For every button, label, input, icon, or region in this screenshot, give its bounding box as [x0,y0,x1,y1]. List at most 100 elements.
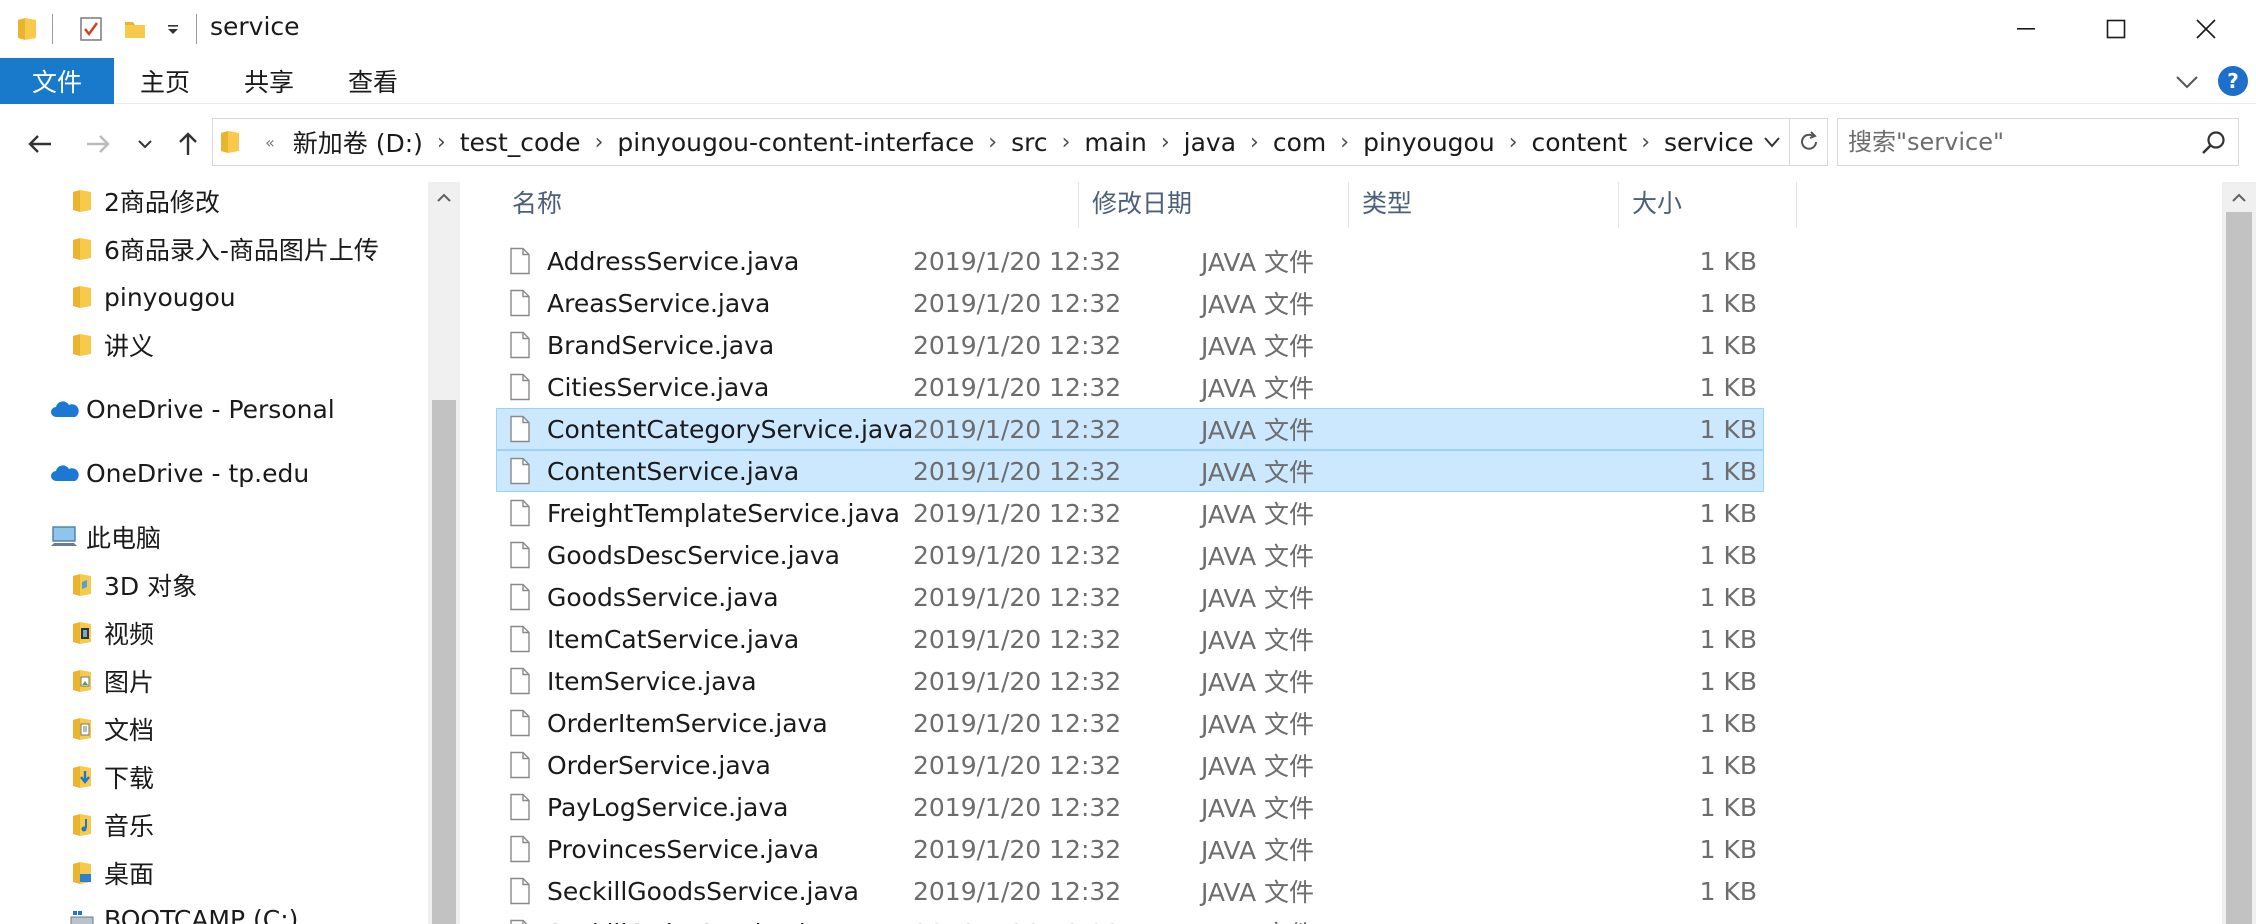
nav-pane-scrollbar[interactable] [428,182,460,924]
column-header-date[interactable]: 修改日期 [1080,182,1350,222]
breadcrumb-item[interactable]: java [1174,128,1246,157]
tab-view[interactable]: 查看 [338,58,408,104]
file-row[interactable]: OrderService.java 2019/1/20 12:32 JAVA 文件 1… [496,744,1764,786]
search-box[interactable] [1837,118,2239,166]
file-row[interactable]: FreightTemplateService.java 2019/1/20 12:… [496,492,1764,534]
file-name-cell: OrderItemService.java [505,703,828,743]
column-header-name[interactable]: 名称 [500,182,884,222]
new-folder-icon[interactable] [118,14,152,44]
scroll-up-icon[interactable] [2222,182,2256,214]
nav-item-desktop[interactable]: 桌面 [66,854,154,892]
file-row[interactable]: BrandService.java 2019/1/20 12:32 JAVA 文件 1… [496,324,1764,366]
properties-icon[interactable] [74,14,108,44]
nav-item-folder[interactable]: 2商品修改 [66,182,220,220]
minimize-button[interactable] [1978,0,2073,58]
nav-item-documents[interactable]: 文档 [66,710,154,748]
column-header-size[interactable]: 大小 [1620,182,1792,222]
file-date: 2019/1/20 12:32 [913,913,1121,924]
file-date: 2019/1/20 12:32 [913,372,1122,402]
breadcrumb-separator-icon[interactable]: › [1505,130,1522,155]
file-size: 1 KB [1699,288,1757,318]
tab-file[interactable]: 文件 [0,58,114,104]
nav-item-onedrive-edu[interactable]: OneDrive - tp.edu [48,454,309,492]
file-row[interactable]: ProvincesService.java 2019/1/20 12:32 JAVA… [496,828,1764,870]
breadcrumb-separator-icon[interactable]: › [1336,130,1353,155]
file-name: OrderItemService.java [547,708,828,738]
file-row[interactable]: CitiesService.java 2019/1/20 12:32 JAVA 文件… [496,366,1764,408]
file-row[interactable]: ContentService.java 2019/1/20 12:32 JAVA 文… [496,450,1764,492]
breadcrumb-separator-icon[interactable]: › [1637,130,1654,155]
breadcrumb-item[interactable]: 新加卷 (D:) [283,124,433,160]
file-list-scrollbar[interactable] [2222,182,2256,924]
breadcrumb-item[interactable]: content [1522,128,1638,157]
file-icon [505,875,535,907]
file-icon [505,833,535,865]
nav-item-folder[interactable]: pinyougou [66,278,236,316]
nav-item-onedrive-personal[interactable]: OneDrive - Personal [48,390,335,428]
file-icon [505,245,535,277]
nav-item-drive-c[interactable]: BOOTCAMP (C:) [66,900,298,924]
breadcrumb-item[interactable]: pinyougou-content-interface [607,128,984,157]
help-button[interactable]: ? [2218,66,2248,96]
file-row[interactable]: OrderItemService.java 2019/1/20 12:32 JAVA… [496,702,1764,744]
file-name-cell: CitiesService.java [505,367,769,407]
nav-item-folder[interactable]: 6商品录入-商品图片上传 [66,230,379,268]
breadcrumb-item[interactable]: main [1074,128,1156,157]
column-header-type[interactable]: 类型 [1350,182,1618,222]
search-icon[interactable] [2200,129,2228,157]
scroll-up-icon[interactable] [428,182,460,214]
nav-pane-scroll-thumb[interactable] [432,400,456,924]
file-row[interactable]: ItemCatService.java 2019/1/20 12:32 JAVA 文… [496,618,1764,660]
file-row[interactable]: AreasService.java 2019/1/20 12:32 JAVA 文件 1… [496,282,1764,324]
breadcrumb-separator-icon[interactable]: › [1246,130,1263,155]
breadcrumb-separator-icon[interactable]: › [591,130,608,155]
file-name-cell: SeckillGoodsService.java [505,871,859,911]
breadcrumb-separator-icon[interactable]: › [433,130,450,155]
file-list-scroll-thumb[interactable] [2226,212,2252,924]
file-row[interactable]: ItemService.java 2019/1/20 12:32 JAVA 文件 1 … [496,660,1764,702]
nav-item-folder[interactable]: 讲义 [66,326,154,364]
nav-item-videos[interactable]: 视频 [66,614,154,652]
file-row[interactable]: SeckillOrderService.java 2019/1/20 12:32 J… [496,912,1764,924]
breadcrumb-separator-icon[interactable]: › [984,130,1001,155]
folder-icon [66,330,98,360]
search-input[interactable] [1848,127,2188,157]
breadcrumb-item[interactable]: test_code [450,128,591,157]
nav-item-label: 3D 对象 [104,572,198,601]
nav-item-pictures[interactable]: 图片 [66,662,154,700]
nav-item-this-pc[interactable]: 此电脑 [48,518,161,556]
back-arrow-icon[interactable] [20,122,60,166]
breadcrumb-overflow-icon[interactable]: « [261,133,283,152]
file-type: JAVA 文件 [1201,710,1314,739]
breadcrumb-item[interactable]: src [1001,128,1058,157]
address-bar[interactable]: « 新加卷 (D:) › test_code › pinyougou-conte… [212,118,1790,166]
forward-arrow-icon[interactable] [78,122,118,166]
recent-locations-chevron-icon[interactable] [130,122,160,166]
file-row[interactable]: GoodsDescService.java 2019/1/20 12:32 JAVA… [496,534,1764,576]
breadcrumb-separator-icon[interactable]: › [1157,130,1174,155]
breadcrumb-item[interactable]: pinyougou [1353,128,1505,157]
tab-share[interactable]: 共享 [234,58,304,104]
breadcrumb-separator-icon[interactable]: › [1058,130,1075,155]
maximize-button[interactable] [2068,0,2163,58]
file-row[interactable]: GoodsService.java 2019/1/20 12:32 JAVA 文件 1… [496,576,1764,618]
file-date: 2019/1/20 12:32 [913,666,1122,696]
file-row[interactable]: SeckillGoodsService.java 2019/1/20 12:32 J… [496,870,1764,912]
file-type: JAVA 文件 [1201,542,1314,571]
refresh-button[interactable] [1790,118,1828,166]
customize-toolbar-icon[interactable] [160,14,186,44]
tab-home[interactable]: 主页 [130,58,200,104]
address-history-chevron-icon[interactable] [1759,131,1785,153]
nav-item-label: BOOTCAMP (C:) [104,904,299,924]
breadcrumb-current[interactable]: service [1654,128,1764,157]
expand-ribbon-icon[interactable] [2170,68,2204,96]
close-button[interactable] [2158,0,2253,58]
up-arrow-icon[interactable] [168,122,208,166]
nav-item-3d-objects[interactable]: 3D 对象 [66,566,197,604]
nav-item-music[interactable]: 音乐 [66,806,154,844]
file-row[interactable]: ContentCategoryService.java 2019/1/20 12:… [496,408,1764,450]
file-row[interactable]: PayLogService.java 2019/1/20 12:32 JAVA 文件… [496,786,1764,828]
file-row[interactable]: AddressService.java 2019/1/20 12:32 JAVA 文… [496,240,1764,282]
breadcrumb-item[interactable]: com [1263,128,1336,157]
nav-item-downloads[interactable]: 下载 [66,758,154,796]
